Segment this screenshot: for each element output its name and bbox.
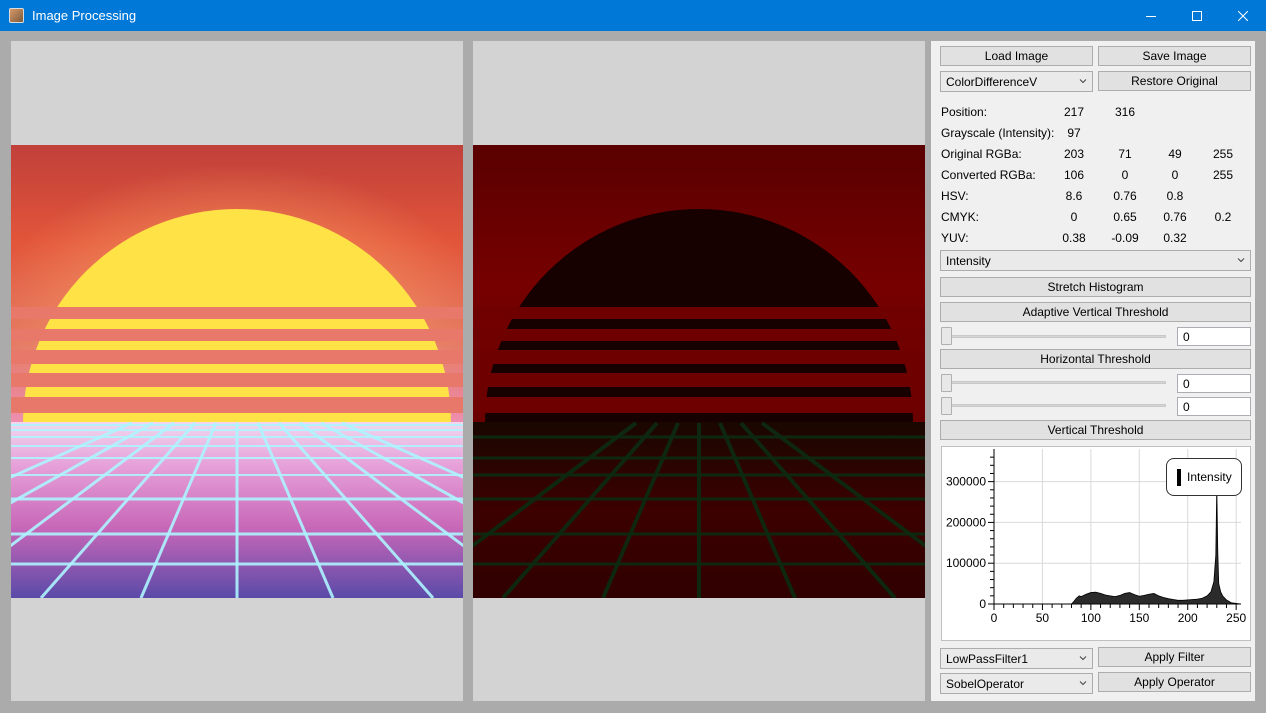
x-tick-label: 250 [1226, 611, 1246, 625]
position-row: Position: 217 316 [941, 101, 1251, 122]
filter-select[interactable]: LowPassFilter1 [940, 648, 1093, 669]
yuv-row: YUV: 0.38 -0.09 0.32 [941, 231, 1187, 245]
color-mode-value: ColorDifferenceV [946, 74, 1038, 89]
x-tick-label: 150 [1129, 611, 1149, 625]
y-tick-label: 200000 [946, 515, 986, 529]
original-image[interactable] [11, 145, 463, 598]
original-image-panel[interactable] [11, 41, 463, 701]
chevron-down-icon [1079, 681, 1087, 686]
horizontal-threshold-input-2[interactable]: 0 [1177, 397, 1251, 416]
close-icon [1238, 10, 1248, 21]
chevron-down-icon [1079, 656, 1087, 661]
y-tick-label: 300000 [946, 475, 986, 489]
histogram-series-area [994, 485, 1242, 605]
x-tick-label: 100 [1081, 611, 1101, 625]
app-icon [9, 8, 24, 23]
grayscale-value: 97 [1067, 126, 1081, 140]
grayscale-row: Grayscale (Intensity): 97 [941, 122, 1251, 143]
color-mode-select[interactable]: ColorDifferenceV [940, 71, 1093, 92]
operator-select-value: SobelOperator [946, 676, 1025, 691]
horizontal-threshold-input-1[interactable]: 0 [1177, 374, 1251, 393]
minimize-button[interactable] [1128, 0, 1174, 31]
original-rgba-row: Original RGBa: 203 71 49 255 [941, 147, 1234, 161]
cmyk-row: CMYK: 0 0.65 0.76 0.2 [941, 210, 1232, 224]
legend-swatch [1177, 468, 1181, 486]
chevron-down-icon [1079, 79, 1087, 84]
y-tick-label: 0 [979, 597, 986, 611]
histogram-channel-value: Intensity [946, 253, 991, 268]
position-y: 316 [1114, 105, 1136, 119]
load-image-button[interactable]: Load Image [940, 46, 1093, 66]
apply-operator-button[interactable]: Apply Operator [1098, 672, 1251, 692]
position-x: 217 [1063, 105, 1085, 119]
title-bar: Image Processing [0, 0, 1266, 31]
y-tick-label: 100000 [946, 556, 986, 570]
adaptive-vertical-threshold-button[interactable]: Adaptive Vertical Threshold [940, 302, 1251, 322]
stretch-histogram-button[interactable]: Stretch Histogram [940, 277, 1251, 297]
converted-rgba-row: Converted RGBa: 106 0 0 255 [941, 168, 1234, 182]
window-title: Image Processing [32, 8, 137, 23]
converted-image-panel[interactable] [473, 41, 925, 701]
control-panel: Load Image Save Image ColorDifferenceV R… [931, 41, 1255, 701]
x-tick-label: 50 [1036, 611, 1050, 625]
x-tick-label: 200 [1178, 611, 1198, 625]
chevron-down-icon [1237, 258, 1245, 263]
chart-legend: Intensity [1166, 458, 1242, 496]
x-tick-label: 0 [991, 611, 998, 625]
histogram-channel-select[interactable]: Intensity [940, 250, 1251, 271]
restore-original-button[interactable]: Restore Original [1098, 71, 1251, 91]
maximize-icon [1192, 10, 1202, 21]
legend-label: Intensity [1187, 470, 1232, 484]
horizontal-threshold-slider-1[interactable] [941, 381, 1166, 384]
apply-filter-button[interactable]: Apply Filter [1098, 647, 1251, 667]
maximize-button[interactable] [1174, 0, 1220, 31]
close-button[interactable] [1220, 0, 1266, 31]
minimize-icon [1146, 15, 1156, 17]
save-image-button[interactable]: Save Image [1098, 46, 1251, 66]
horizontal-threshold-slider-2-thumb[interactable] [941, 397, 952, 415]
histogram-chart: 0 50 100 150 200 250 0 100000 200000 300000 Inten… [941, 446, 1251, 641]
adaptive-threshold-slider-thumb[interactable] [941, 327, 952, 345]
vertical-threshold-button[interactable]: Vertical Threshold [940, 420, 1251, 440]
adaptive-threshold-slider[interactable] [941, 335, 1166, 338]
hsv-row: HSV: 8.6 0.76 0.8 [941, 189, 1184, 203]
horizontal-threshold-button[interactable]: Horizontal Threshold [940, 349, 1251, 369]
horizontal-threshold-slider-2[interactable] [941, 404, 1166, 407]
client-area: Load Image Save Image ColorDifferenceV R… [1, 31, 1265, 712]
converted-image[interactable] [473, 145, 925, 598]
adaptive-threshold-input[interactable]: 0 [1177, 327, 1251, 346]
filter-select-value: LowPassFilter1 [946, 651, 1029, 666]
operator-select[interactable]: SobelOperator [940, 673, 1093, 694]
horizontal-threshold-slider-1-thumb[interactable] [941, 374, 952, 392]
